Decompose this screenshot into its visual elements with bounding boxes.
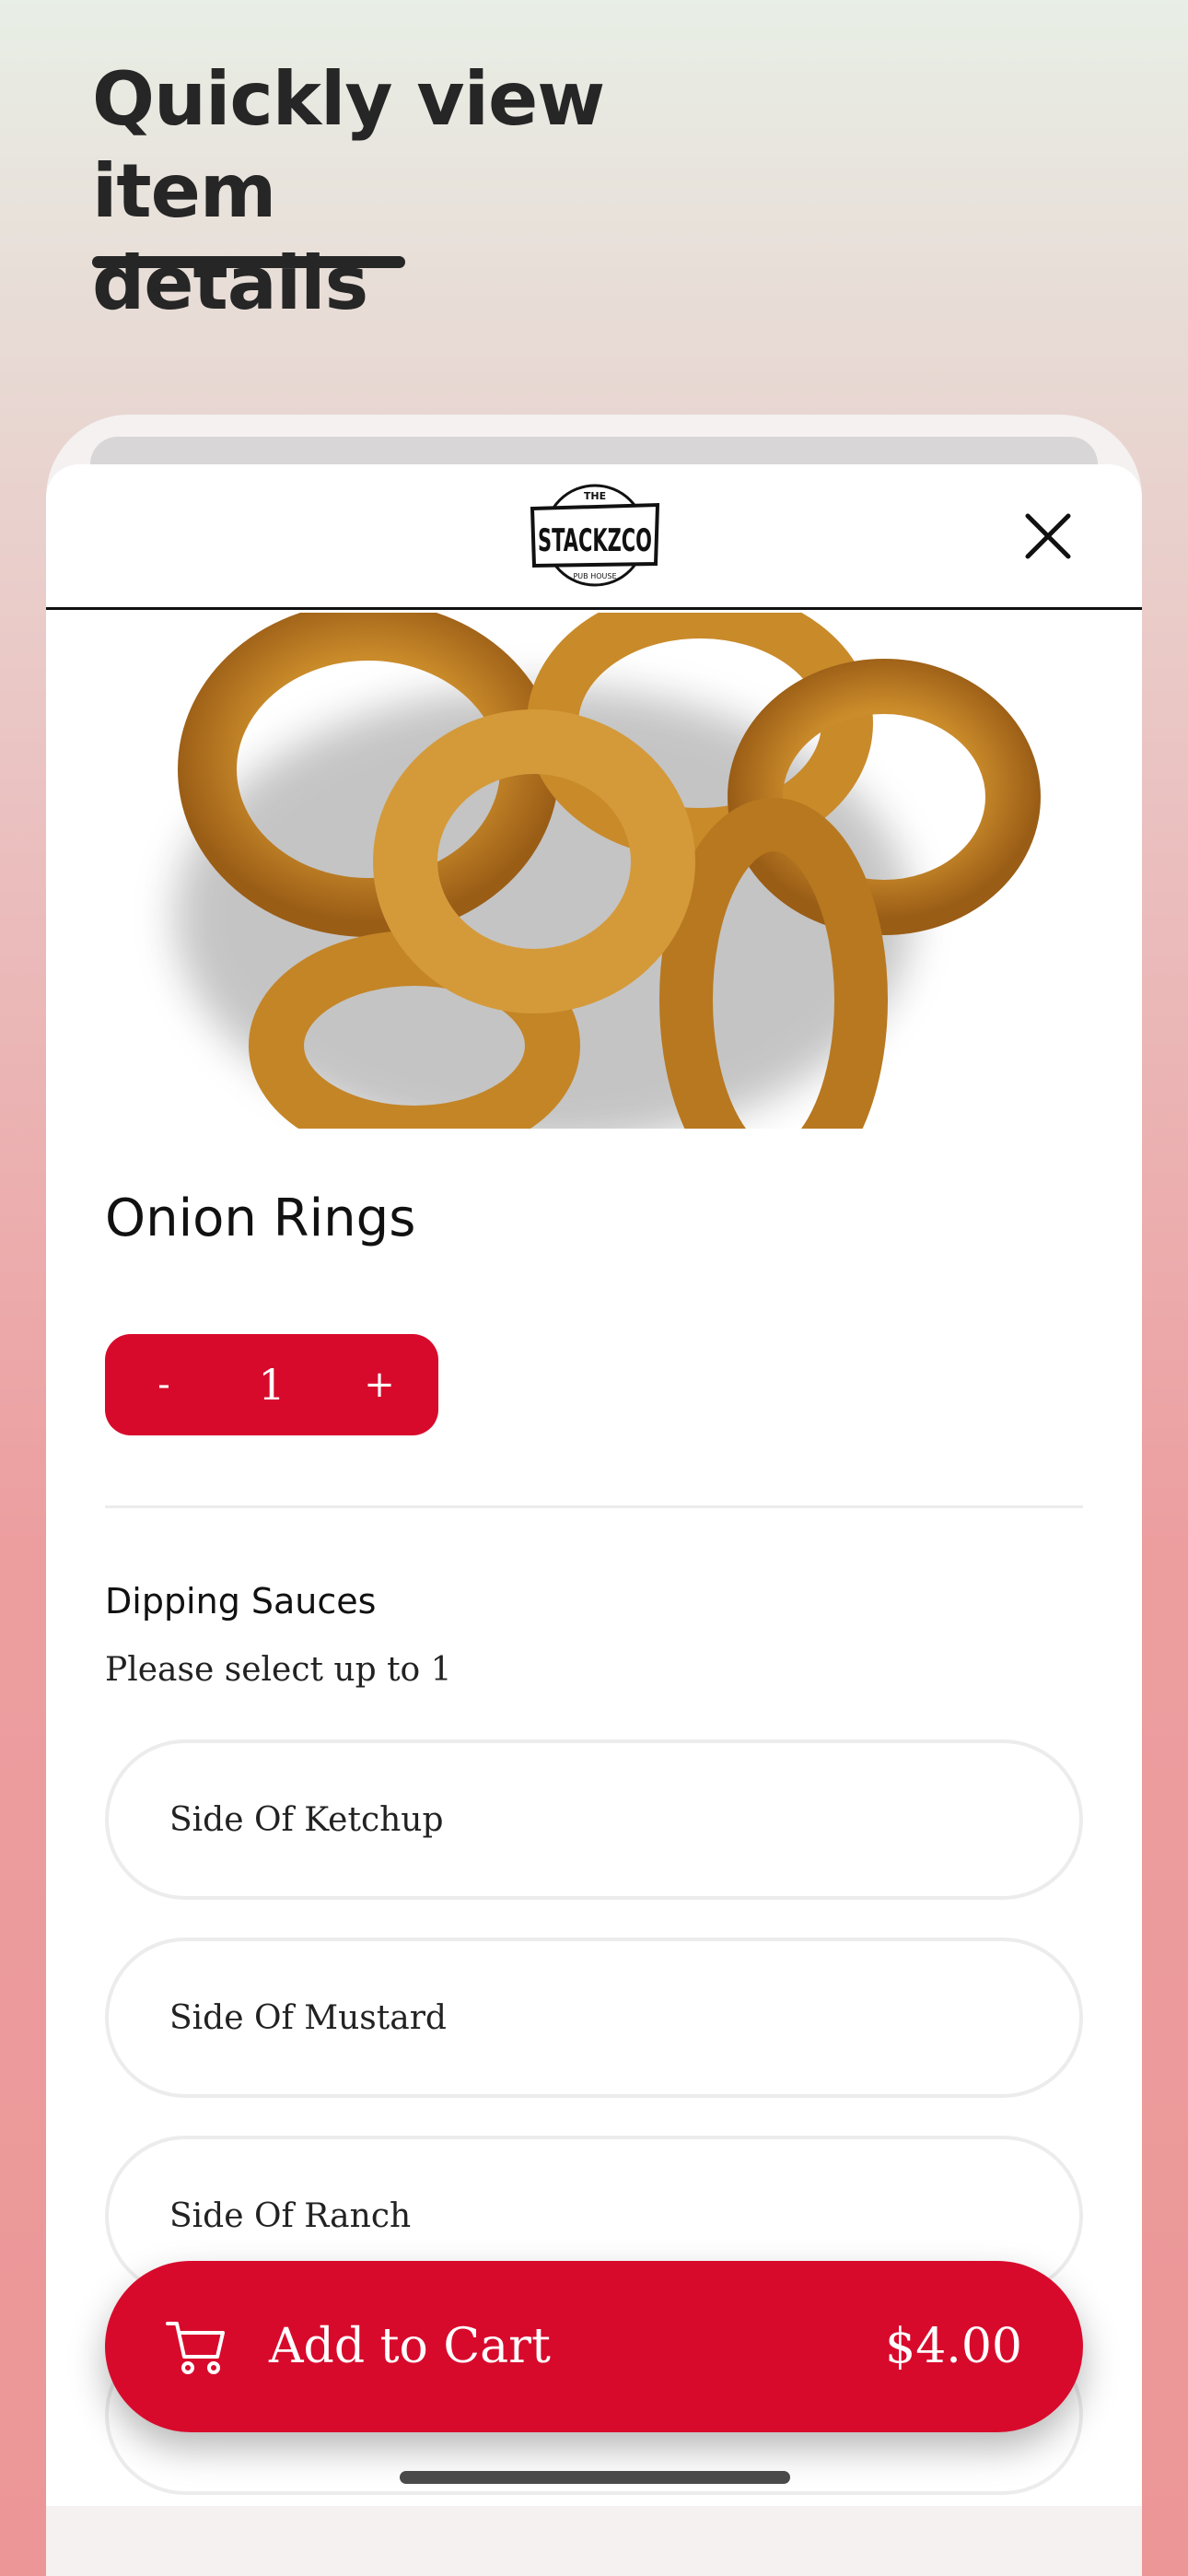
- option-label: Side Of Mustard: [169, 1998, 447, 2037]
- modifier-group-title: Dipping Sauces: [105, 1581, 377, 1622]
- logo-brand-text: STACKZCO: [538, 522, 652, 559]
- quantity-value: 1: [258, 1360, 285, 1410]
- logo-top-text: THE: [584, 490, 606, 502]
- item-title: Onion Rings: [105, 1188, 416, 1248]
- stackzco-logo: THE STACKZCO PUB HOUSE: [530, 484, 660, 587]
- option-side-of-mustard[interactable]: Side Of Mustard: [105, 1938, 1083, 2098]
- item-detail-sheet: THE STACKZCO PUB HOUSE Onion Rings - 1 +…: [46, 464, 1142, 2506]
- quantity-stepper: - 1 +: [105, 1334, 438, 1435]
- decrease-quantity-button[interactable]: -: [118, 1334, 210, 1435]
- promo-headline-line-1: Quickly view item: [92, 56, 605, 234]
- home-indicator[interactable]: [400, 2471, 790, 2484]
- option-side-of-ketchup[interactable]: Side Of Ketchup: [105, 1739, 1083, 1900]
- logo-bottom-text: PUB HOUSE: [573, 572, 616, 580]
- onion-rings-image: [111, 613, 1087, 1134]
- sheet-header: THE STACKZCO PUB HOUSE: [46, 464, 1142, 610]
- add-to-cart-label: Add to Cart: [269, 2319, 551, 2374]
- cart-icon: [166, 2322, 225, 2374]
- increase-quantity-button[interactable]: +: [333, 1334, 425, 1435]
- close-icon[interactable]: [1022, 510, 1074, 562]
- add-to-cart-button[interactable]: Add to Cart $4.00: [105, 2261, 1083, 2432]
- divider: [105, 1505, 1083, 1508]
- cart-total-price: $4.00: [885, 2319, 1022, 2374]
- headline-underline: [92, 256, 405, 268]
- modifier-group-subtitle: Please select up to 1: [105, 1651, 452, 1689]
- option-label: Side Of Ketchup: [169, 1800, 444, 1839]
- promo-headline-line-2: details: [92, 240, 368, 326]
- option-label: Side Of Ranch: [169, 2196, 412, 2235]
- promo-headline: Quickly view item details: [92, 53, 792, 330]
